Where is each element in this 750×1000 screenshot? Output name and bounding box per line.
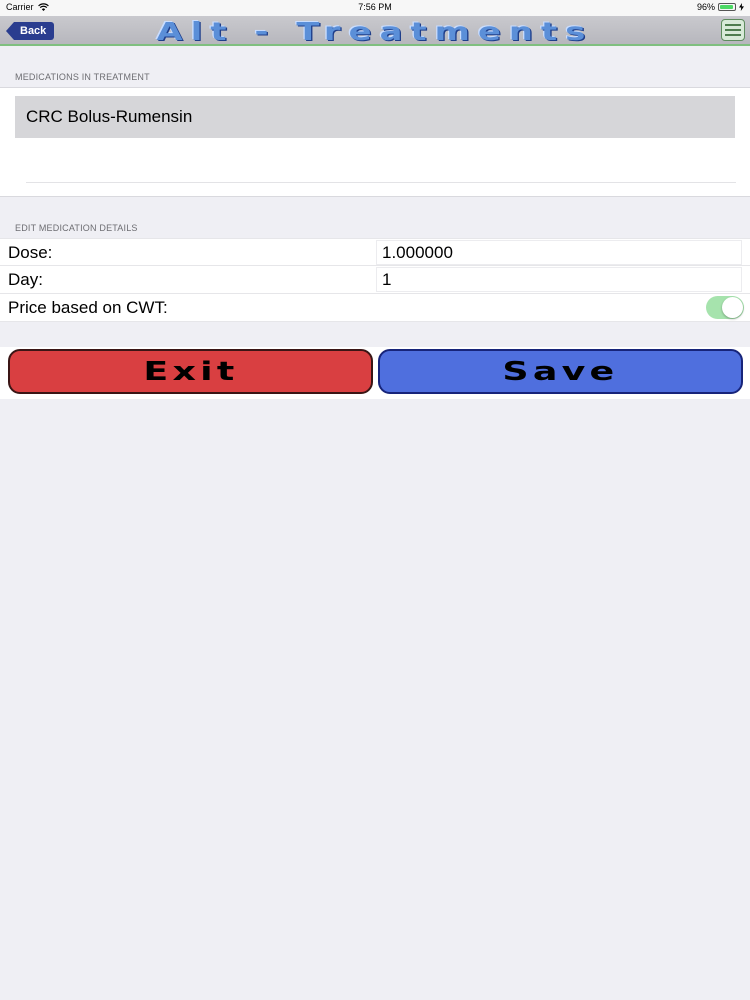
status-right: 96%: [697, 2, 744, 12]
menu-icon-line: [725, 29, 741, 31]
day-field[interactable]: [376, 267, 742, 292]
price-cwt-label: Price based on CWT:: [8, 298, 168, 317]
menu-icon: [725, 24, 741, 26]
price-cwt-row: Price based on CWT:: [0, 294, 750, 322]
price-cwt-toggle[interactable]: [706, 296, 744, 319]
medications-section-header: MEDICATIONS IN TREATMENT: [15, 72, 150, 82]
page-title: Alt - Treatments: [156, 17, 594, 46]
menu-button[interactable]: [721, 19, 745, 41]
charging-icon: [739, 3, 744, 11]
details-section-header: EDIT MEDICATION DETAILS: [15, 223, 138, 233]
day-label: Day:: [8, 270, 43, 289]
menu-icon-line: [725, 34, 741, 36]
save-button-label: Save: [502, 357, 619, 387]
battery-fill: [720, 5, 734, 9]
action-bar: Exit Save: [0, 347, 750, 399]
dose-field[interactable]: [376, 240, 742, 265]
status-time: 7:56 PM: [358, 2, 392, 12]
battery-icon: [718, 3, 736, 11]
status-bar: Carrier 7:56 PM 96%: [0, 0, 750, 16]
exit-button-label: Exit: [142, 357, 239, 387]
battery-percent: 96%: [696, 2, 715, 12]
dose-label: Dose:: [8, 243, 53, 262]
day-row: Day:: [0, 266, 750, 294]
medication-item[interactable]: CRC Bolus-Rumensin: [15, 96, 735, 138]
exit-button[interactable]: Exit: [8, 349, 373, 394]
dose-row: Dose:: [0, 238, 750, 266]
toggle-knob: [722, 297, 743, 318]
save-button[interactable]: Save: [378, 349, 743, 394]
list-separator: [26, 182, 736, 183]
nav-bar: Back Alt - Treatments: [0, 16, 750, 46]
medications-list: CRC Bolus-Rumensin: [0, 87, 750, 197]
